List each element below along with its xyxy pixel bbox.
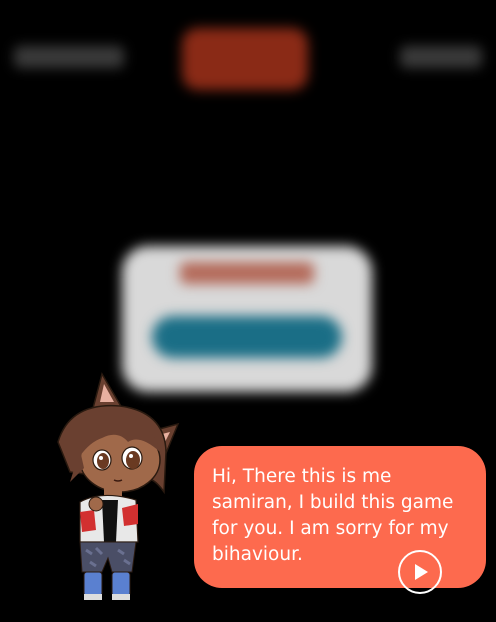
- blurred-top-left-element: [14, 46, 124, 68]
- blurred-dialog-title: [180, 262, 314, 284]
- dialogue-text: Hi, There this is me samiran, I build th…: [212, 466, 454, 565]
- blurred-top-center-button: [182, 28, 308, 90]
- blurred-dialog-button: [152, 316, 342, 358]
- play-icon: [415, 564, 428, 580]
- blurred-top-right-element: [400, 46, 482, 68]
- character-sprite: [57, 372, 180, 600]
- speech-bubble: Hi, There this is me samiran, I build th…: [194, 446, 486, 594]
- next-dialogue-button[interactable]: [398, 550, 442, 594]
